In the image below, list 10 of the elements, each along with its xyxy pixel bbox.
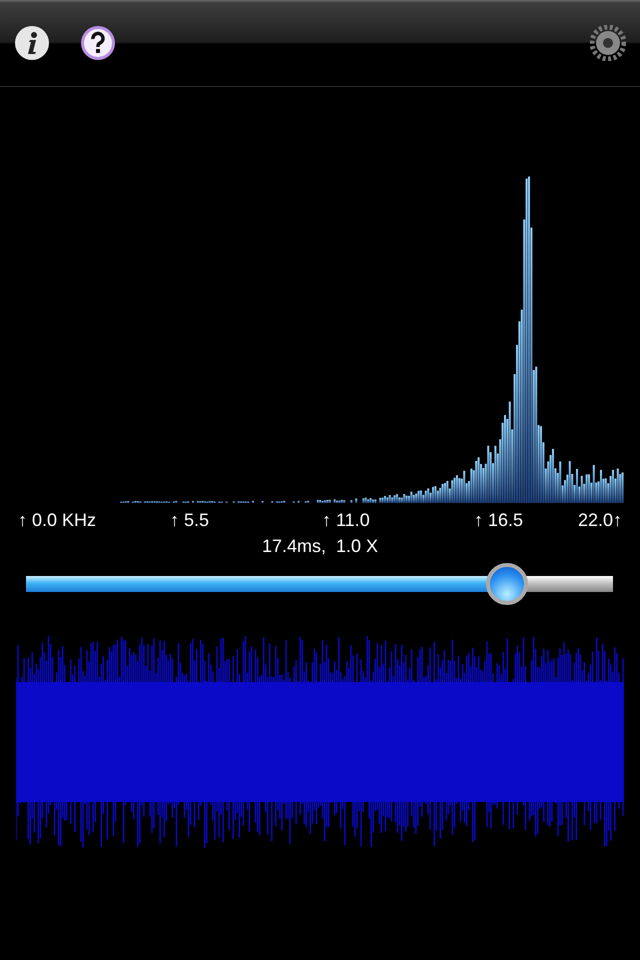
readout: 17.4ms, 1.0 X	[262, 535, 378, 558]
frequency-label: ↑ 5.5	[170, 510, 210, 530]
slider-thumb[interactable]	[486, 563, 528, 605]
gear-icon[interactable]	[590, 25, 626, 61]
info-icon[interactable]	[14, 25, 50, 61]
frequency-label: ↑ 16.5	[474, 510, 524, 530]
frequency-label: 22.0↑	[578, 510, 622, 530]
help-icon[interactable]	[80, 25, 116, 61]
frequency-label: ↑ 11.0	[322, 510, 370, 530]
frequency-label: ↑ 0.0 KHz	[18, 510, 96, 530]
